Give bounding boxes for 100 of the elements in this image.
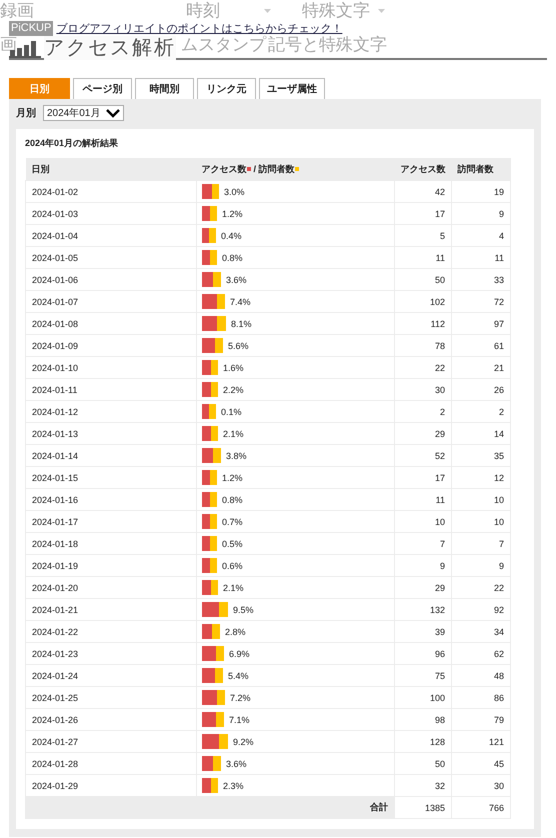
table-cell: 17 [394,466,452,488]
column-header: アクセス数 [202,162,250,176]
table-cell: 121 [452,730,510,752]
table-cell: 2024-01-08 [26,312,196,334]
table-cell: 10 [394,510,452,532]
table-cell: 2024-01-16 [26,488,196,510]
table-cell: 2024-01-23 [26,642,196,664]
table-cell: 97 [452,312,510,334]
ratio-bar [202,272,221,287]
percent-text: 0.5% [222,538,243,548]
table-cell: 2024-01-14 [26,444,196,466]
table-cell: 30 [452,774,510,796]
ratio-bar [202,404,216,419]
ratio-bar [202,316,226,331]
column-header: 日別 [26,158,196,180]
ratio-bar [202,184,219,199]
percent-text: 8.1% [231,318,252,328]
ratio-bar [202,756,221,771]
tab[interactable]: リンク元 [197,78,256,99]
table-cell: 2024-01-03 [26,202,196,224]
table-cell: 19 [452,180,510,202]
table-cell: 10 [452,488,510,510]
column-header: 訪問者数 [452,158,510,180]
table-cell: 2024-01-11 [26,378,196,400]
total-label: 合計 [370,802,388,812]
table-cell: 50 [394,752,452,774]
table-cell: 2024-01-28 [26,752,196,774]
table-cell: 766 [452,796,510,818]
table-cell: 39 [394,620,452,642]
table-cell: 79 [452,708,510,730]
table-cell: 35 [452,444,510,466]
percent-text: 7.4% [230,296,251,306]
percent-text: 3.0% [224,186,245,196]
ratio-bar [202,338,223,353]
table-cell: 2024-01-18 [26,532,196,554]
table-cell: 132 [394,598,452,620]
percent-text: 1.2% [222,208,243,218]
month-select[interactable]: 2024年01月 [43,105,124,121]
ratio-bar [202,228,216,243]
tab[interactable]: ユーザ属性 [259,78,325,99]
ratio-bar [202,360,218,375]
table-cell: 32 [394,774,452,796]
table-cell: 48 [452,664,510,686]
table-cell: 2024-01-12 [26,400,196,422]
ratio-bar [202,690,225,705]
percent-text: 6.9% [229,648,250,658]
table-cell: 2024-01-20 [26,576,196,598]
percent-text: 2.1% [223,428,244,438]
ratio-bar [202,294,225,309]
table-cell: 2024-01-17 [26,510,196,532]
table-cell: 92 [452,598,510,620]
table-cell: 11 [452,246,510,268]
table-cell: 12 [452,466,510,488]
table-cell: 2024-01-15 [26,466,196,488]
table-cell: 22 [394,356,452,378]
table-cell: 14 [452,422,510,444]
table-cell: 2024-01-06 [26,268,196,290]
ratio-bar [202,514,217,529]
pickup-badge: PiCKUP [9,21,54,36]
ratio-bar [202,206,217,221]
percent-text: 2.1% [223,582,244,592]
table-cell: 98 [394,708,452,730]
percent-text: 1.6% [223,362,244,372]
percent-text: 2.3% [223,780,244,790]
ratio-bar [202,624,220,639]
table-cell: 45 [452,752,510,774]
ratio-bar [202,426,218,441]
table-cell: 9 [452,554,510,576]
ratio-bar [202,448,221,463]
percent-text: 9.2% [233,736,254,746]
table-cell: 2 [394,400,452,422]
pickup-link[interactable]: ブログアフィリエイトのポイントはこちらからチェック！ [56,21,342,36]
percent-text: 0.8% [222,252,243,262]
table-cell: 2024-01-22 [26,620,196,642]
percent-text: 1.2% [222,472,243,482]
percent-text: 0.1% [221,406,242,416]
column-header: アクセス数 [394,158,452,180]
table-cell: 11 [394,246,452,268]
table-cell: 2024-01-27 [26,730,196,752]
chevron-down-icon [106,108,120,118]
table-cell: 2024-01-09 [26,334,196,356]
page-title: アクセス解析 [44,36,176,60]
percent-text: 7.1% [229,714,250,724]
table-cell: 33 [452,268,510,290]
table-cell: 9 [452,202,510,224]
table-cell: 11 [394,488,452,510]
table-cell: 4 [452,224,510,246]
table-cell: 17 [394,202,452,224]
table-cell: 7 [394,532,452,554]
ratio-bar [202,668,223,683]
table-cell: 9 [394,554,452,576]
percent-text: 2.2% [223,384,244,394]
tab[interactable]: ページ別 [73,78,132,99]
percent-text: 9.5% [233,604,254,614]
table-cell: 2024-01-05 [26,246,196,268]
table-cell: 7 [452,532,510,554]
table-cell: 2024-01-19 [26,554,196,576]
table-cell: 5 [394,224,452,246]
tab[interactable]: 時間別 [135,78,194,99]
table-cell: 102 [394,290,452,312]
